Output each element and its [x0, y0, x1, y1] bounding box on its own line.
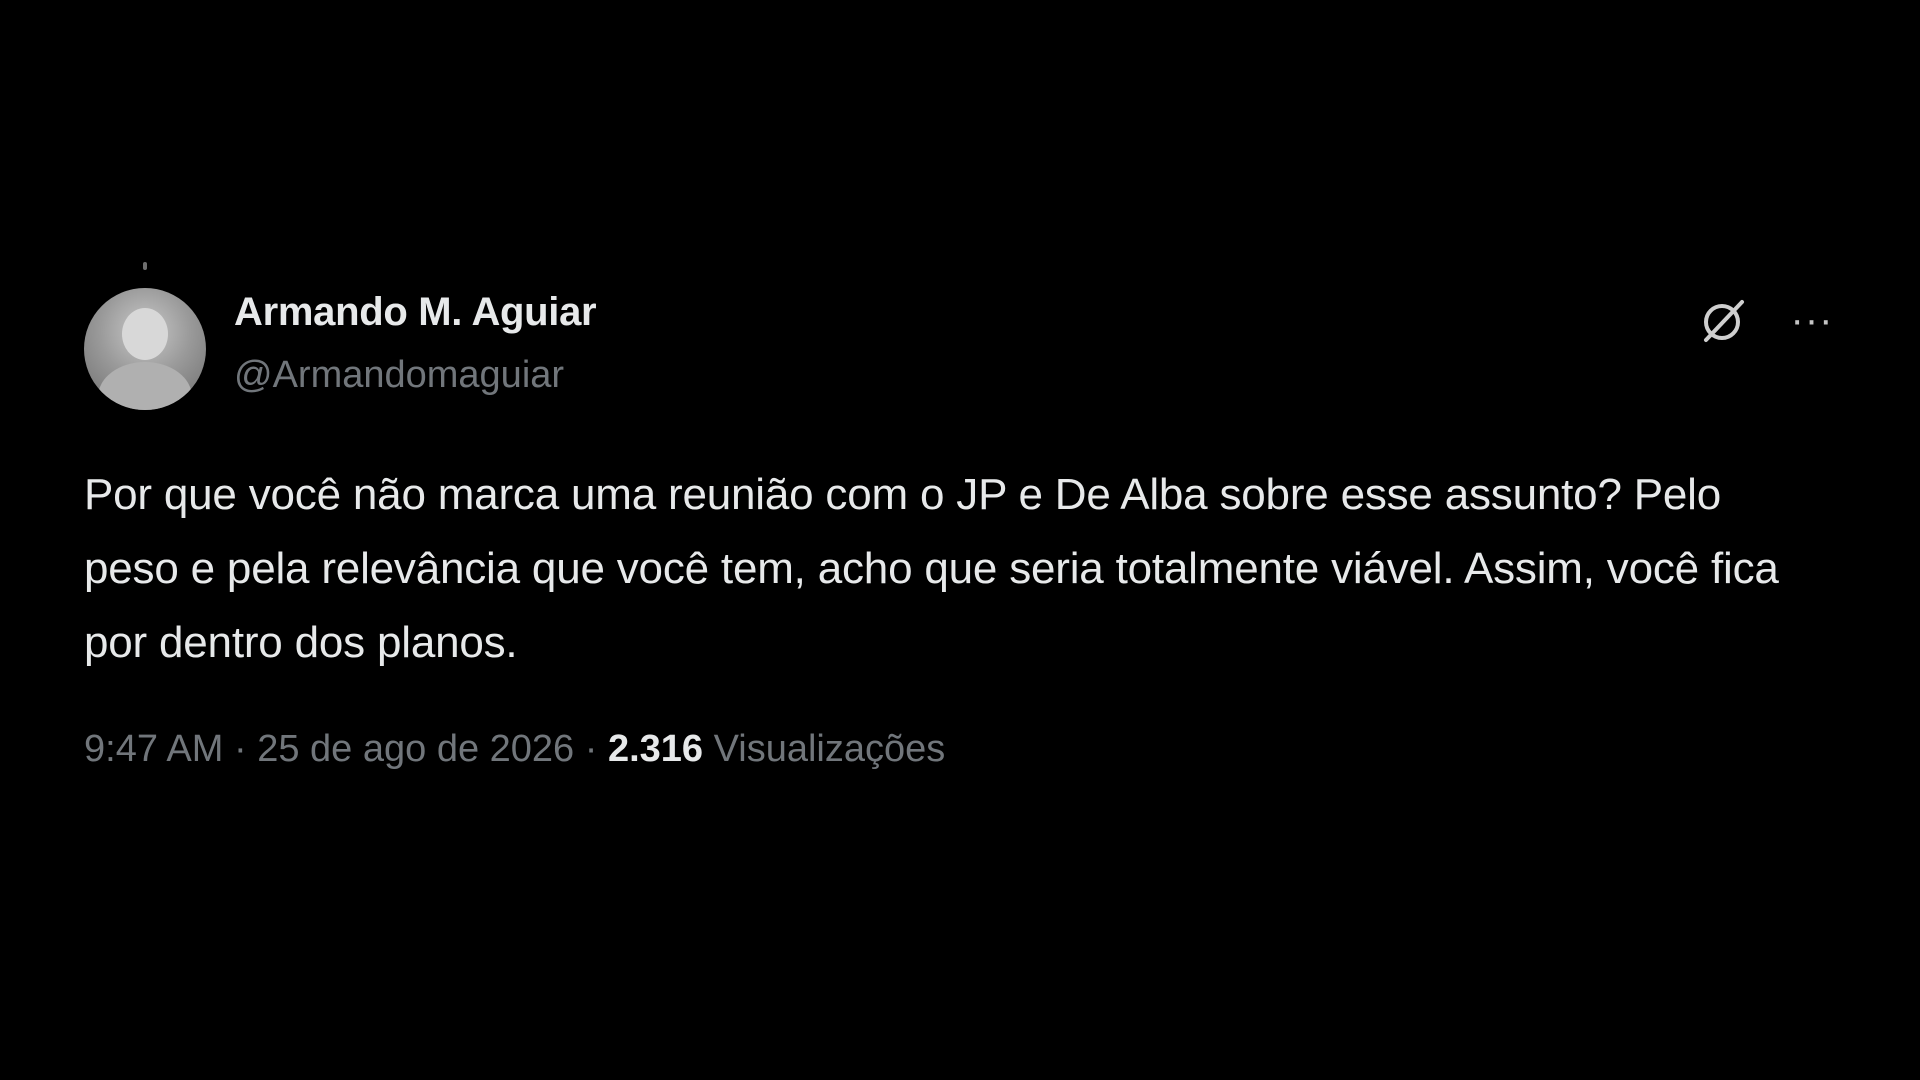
avatar-indicator [143, 262, 147, 270]
views-label: Visualizações [713, 728, 946, 770]
avatar-body [98, 362, 192, 410]
avatar[interactable] [84, 288, 206, 410]
avatar-head [122, 308, 168, 360]
tweet-text: Por que você não marca uma reunião com o… [84, 470, 1779, 667]
tweet-metadata: 9:47 AM · 25 de ago de 2026 · 2.316 Visu… [84, 728, 945, 771]
meta-separator: · [233, 728, 247, 770]
tweet-time[interactable]: 9:47 AM [84, 728, 223, 770]
meta-separator: · [584, 728, 598, 770]
author-name[interactable]: Armando M. Aguiar [234, 290, 597, 335]
author-handle[interactable]: @Armandomaguiar [234, 354, 564, 397]
more-options-icon[interactable]: ··· [1784, 300, 1840, 340]
tweet-date[interactable]: 25 de ago de 2026 [257, 728, 574, 770]
views-count: 2.316 [607, 728, 704, 770]
grok-icon[interactable] [1696, 292, 1752, 348]
